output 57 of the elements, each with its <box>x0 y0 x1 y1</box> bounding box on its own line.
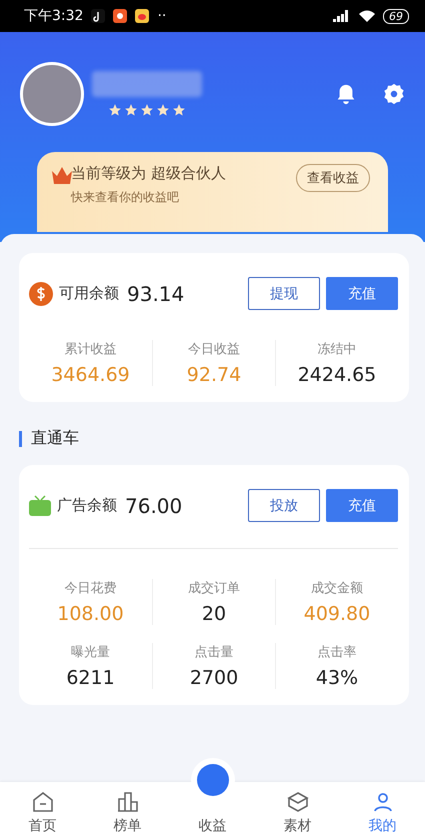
view-earnings-button[interactable]: 查看收益 <box>296 164 370 192</box>
app-icon <box>91 9 106 23</box>
dollar-icon <box>29 282 53 306</box>
app-icon <box>113 9 128 23</box>
section-title: 直通车 <box>31 428 79 449</box>
star-icon <box>140 103 154 117</box>
bar-chart-icon <box>116 790 140 814</box>
action-button[interactable]: 投放 <box>248 489 320 522</box>
stat-label: 点击率 <box>318 644 356 661</box>
crown-icon <box>51 166 73 186</box>
ad-balance-amount: 76.00 <box>125 494 182 518</box>
star-icon <box>172 103 186 117</box>
stat-value: 43% <box>316 667 358 689</box>
star-icon <box>108 103 122 117</box>
recharge-button[interactable]: 充值 <box>326 277 398 310</box>
recharge-button[interactable]: 充值 <box>326 489 398 522</box>
cube-icon <box>286 790 310 814</box>
stat-label: 今日收益 <box>188 341 240 358</box>
signal-icon <box>333 10 351 22</box>
stat-label: 点击量 <box>194 644 234 661</box>
wifi-icon <box>359 10 375 22</box>
stat-label: 成交订单 <box>188 580 240 597</box>
balance-amount: 93.14 <box>127 282 184 306</box>
stat-label: 成交金额 <box>311 580 363 597</box>
balance-label: 可用余额 <box>59 284 119 303</box>
battery-indicator: 69 <box>383 8 409 24</box>
tab-item[interactable]: 素材 <box>255 790 340 840</box>
tab-item[interactable]: 首页 <box>0 790 85 840</box>
home-icon <box>30 790 54 814</box>
star-icon <box>156 103 170 117</box>
earnings-center-icon[interactable] <box>196 764 228 796</box>
tab-item[interactable]: 收益 <box>170 817 255 840</box>
stat-value: 409.80 <box>304 603 370 625</box>
stat-value: 108.00 <box>57 603 124 625</box>
level-title: 当前等级为 超级合伙人 <box>71 164 226 183</box>
stat-label: 累计收益 <box>64 341 116 358</box>
star-icon <box>124 103 138 117</box>
more-notifications: ·· <box>157 8 166 24</box>
tab-item[interactable]: 我的 <box>340 790 425 840</box>
stat-value: 6211 <box>66 667 115 689</box>
stat-label: 冻结中 <box>318 341 356 358</box>
settings-icon[interactable] <box>383 83 405 105</box>
app-icon <box>135 9 150 23</box>
stat-value: 20 <box>202 603 226 625</box>
stat-label: 今日花费 <box>64 580 116 597</box>
stat-value: 3464.69 <box>51 364 130 386</box>
stat-label: 曝光量 <box>71 644 110 661</box>
tab-item[interactable]: 榜单 <box>85 790 170 840</box>
notification-icon[interactable] <box>335 83 357 105</box>
level-subtitle: 快来查看你的收益吧 <box>71 189 180 206</box>
stat-value: 2424.65 <box>298 364 376 386</box>
ad-tv-icon <box>29 494 51 516</box>
status-time: 下午3:32 <box>24 7 84 25</box>
stat-value: 92.74 <box>186 364 242 386</box>
stat-value: 2700 <box>190 667 238 689</box>
ad-balance-label: 广告余额 <box>57 496 117 515</box>
action-button[interactable]: 提现 <box>248 277 320 310</box>
